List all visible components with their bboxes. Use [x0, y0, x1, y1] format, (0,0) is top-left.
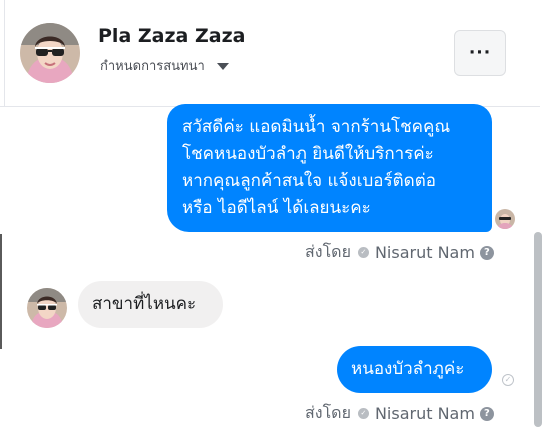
- sent-status-icon: ✓: [502, 374, 514, 386]
- outgoing-message-bubble[interactable]: หนองบัวลำภูค่ะ: [337, 346, 492, 393]
- contact-avatar-small[interactable]: [27, 288, 67, 328]
- sender-name[interactable]: Nisarut Nam: [375, 404, 475, 423]
- help-icon[interactable]: ?: [479, 406, 494, 421]
- more-options-button[interactable]: ···: [454, 30, 506, 76]
- contact-name[interactable]: Pla Zaza Zaza: [98, 25, 245, 47]
- sent-by-label: ส่งโดย: [305, 403, 351, 422]
- window-edge: [0, 234, 2, 349]
- check-circle-icon: ✓: [357, 247, 369, 258]
- message-line: โชคหนองบัวลำภู ยินดีให้บริการค่ะ: [182, 144, 434, 164]
- message-line: สวัสดีค่ะ แอดมินน้ำ จากร้านโชคคูณ: [182, 117, 451, 137]
- contact-avatar[interactable]: [20, 23, 80, 83]
- sender-name[interactable]: Nisarut Nam: [375, 243, 475, 262]
- divider: [4, 0, 5, 107]
- conversation-settings-dropdown[interactable]: กำหนดการสนทนา: [100, 55, 229, 76]
- avatar-image: [20, 23, 80, 83]
- sent-by-info: ส่งโดย ✓ Nisarut Nam ?: [305, 240, 494, 265]
- outgoing-message-bubble[interactable]: สวัสดีค่ะ แอดมินน้ำ จากร้านโชคคูณ โชคหนอ…: [167, 104, 492, 232]
- caret-down-icon: [216, 63, 229, 70]
- incoming-message-bubble[interactable]: สาขาที่ไหนคะ: [78, 281, 223, 328]
- message-line: หรือ ไอดีไลน์ ได้เลยนะคะ: [182, 198, 371, 218]
- sent-by-label: ส่งโดย: [305, 242, 351, 261]
- scrollbar-thumb[interactable]: [534, 232, 542, 427]
- conversation-header: Pla Zaza Zaza กำหนดการสนทนา ···: [0, 0, 540, 107]
- sent-by-info: ส่งโดย ✓ Nisarut Nam ?: [305, 401, 494, 426]
- check-circle-icon: ✓: [357, 408, 369, 419]
- conversation-settings-label: กำหนดการสนทนา: [100, 59, 205, 74]
- help-icon[interactable]: ?: [479, 245, 494, 260]
- seen-avatar-icon: [495, 209, 515, 229]
- message-line: หากคุณลูกค้าสนใจ แจ้งเบอร์ติดต่อ: [182, 171, 436, 191]
